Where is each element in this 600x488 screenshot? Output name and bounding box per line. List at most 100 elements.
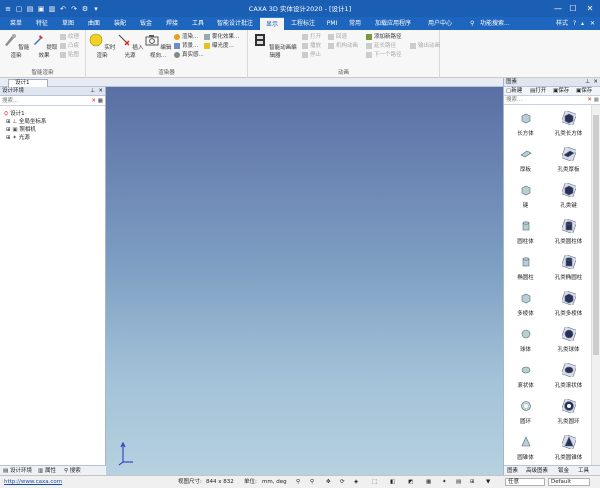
- primitives-scrollbar[interactable]: [591, 105, 600, 465]
- tab-display[interactable]: 显示: [260, 17, 284, 30]
- tree-item-light[interactable]: ⊞ ✦ 光源: [6, 134, 30, 142]
- ribbon-close-icon[interactable]: ✕: [590, 17, 595, 30]
- display-mode-icon[interactable]: ▦: [426, 476, 431, 488]
- expand-icon[interactable]: ⊞: [6, 127, 11, 133]
- tab-weld[interactable]: 焊接: [160, 17, 184, 30]
- tab-advanced-primitives[interactable]: 高级图素: [526, 467, 548, 475]
- tab-menu[interactable]: 菜单: [4, 17, 28, 30]
- expand-icon[interactable]: ⊞: [6, 135, 11, 141]
- document-tab[interactable]: 设计1: [8, 79, 48, 87]
- tree-item-coordinate-system[interactable]: ⊞ ⊥ 全局坐标系: [6, 118, 46, 126]
- tab-common[interactable]: 常用: [344, 17, 366, 30]
- tab-pmi[interactable]: PMI: [322, 17, 342, 30]
- tab-smart-annotation[interactable]: 智能设计批注: [212, 17, 258, 30]
- primitive-hole-cube[interactable]: 孔类长方体: [547, 105, 590, 142]
- 3d-viewport[interactable]: [106, 87, 503, 475]
- background-button[interactable]: 背景...: [174, 42, 198, 50]
- exposure-button[interactable]: 曝光度...: [204, 42, 234, 50]
- panel-close-icon[interactable]: ✕: [98, 87, 103, 96]
- tab-sketch[interactable]: 草图: [56, 17, 80, 30]
- tab-engineering-dimension[interactable]: 工程标注: [286, 17, 320, 30]
- primitive-torus[interactable]: 圆环: [504, 393, 547, 430]
- primitive-hole-ellipse[interactable]: 孔类椭圆柱: [547, 249, 590, 286]
- ribbon-collapse-icon[interactable]: ▴: [581, 17, 584, 30]
- primitive-prism[interactable]: 多棱体: [504, 285, 547, 322]
- close-button[interactable]: ✕: [583, 2, 597, 15]
- decal-button[interactable]: 贴图: [60, 51, 79, 59]
- fit-view-icon[interactable]: ⬚: [372, 476, 377, 488]
- smart-animation-editor-button[interactable]: 智能动画编辑器: [252, 33, 298, 59]
- tab-search[interactable]: ⚲ 搜索: [64, 467, 81, 475]
- primitive-plate[interactable]: 厚板: [504, 141, 547, 178]
- primitive-sphere[interactable]: 球体: [504, 321, 547, 358]
- next-path-button[interactable]: 下一个路径: [366, 51, 402, 59]
- tree-root-design[interactable]: ⛭ 设计1: [4, 110, 25, 118]
- scroll-thumb[interactable]: [593, 115, 599, 355]
- pin-icon[interactable]: ⊥: [585, 78, 590, 87]
- view-orient-icon[interactable]: ◈: [354, 476, 358, 488]
- filter-icon[interactable]: ▦: [98, 96, 103, 106]
- tab-properties[interactable]: ▥ 属性: [38, 467, 56, 475]
- search-icon[interactable]: ⚲: [470, 17, 474, 30]
- export-animation-button[interactable]: 输出动画: [410, 42, 440, 50]
- minimize-button[interactable]: —: [551, 2, 565, 15]
- tab-load-apps[interactable]: 加载应用程序: [368, 17, 418, 30]
- tab-assembly[interactable]: 装配: [108, 17, 132, 30]
- realism-button[interactable]: 真实感...: [174, 51, 204, 59]
- pin-icon[interactable]: ⊥: [90, 87, 95, 96]
- maximize-button[interactable]: ☐: [566, 2, 580, 15]
- primitive-hole-torus[interactable]: 孔类圆环: [547, 393, 590, 430]
- zoom-window-icon[interactable]: ⚲: [310, 476, 314, 488]
- save-catalog-button[interactable]: ▣保存: [553, 88, 569, 95]
- primitive-hole-plate[interactable]: 孔类厚板: [547, 141, 590, 178]
- primitive-hole-roller[interactable]: 孔类滚状体: [547, 357, 590, 394]
- anim-stop-button[interactable]: 停止: [302, 51, 321, 59]
- edit-view-button[interactable]: 编辑视向...: [144, 33, 172, 59]
- filter-icon[interactable]: ▦: [594, 96, 599, 105]
- clear-search-icon[interactable]: ✕: [91, 96, 96, 106]
- filter-icon[interactable]: ▼: [486, 476, 490, 488]
- tab-primitives[interactable]: 图素: [507, 467, 518, 475]
- grid-icon[interactable]: ▤: [456, 476, 461, 488]
- render-settings-button[interactable]: 渲染...: [174, 33, 198, 41]
- smart-render-button[interactable]: 智能渲染: [2, 33, 30, 59]
- realtime-render-button[interactable]: 实时渲染: [88, 33, 116, 59]
- clear-search-icon[interactable]: ✕: [587, 96, 592, 105]
- primitive-roller[interactable]: 滚状体: [504, 357, 547, 394]
- section-view-icon[interactable]: ◩: [408, 476, 413, 488]
- bump-button[interactable]: 凸痕: [60, 42, 79, 50]
- website-link[interactable]: http://www.caxa.com: [4, 476, 62, 488]
- lights-icon[interactable]: ✦: [442, 476, 447, 488]
- primitive-hole-cylinder[interactable]: 孔类圆柱体: [547, 213, 590, 250]
- extend-path-button[interactable]: 延长路径: [366, 42, 396, 50]
- render-mode-icon[interactable]: ◧: [390, 476, 395, 488]
- tab-tools-catalog[interactable]: 工具: [578, 467, 589, 475]
- mechanism-animation-button[interactable]: 机构动画: [328, 42, 358, 50]
- tab-design-environment[interactable]: ▤ 设计环境: [3, 467, 32, 475]
- tree-search-input[interactable]: 搜索... ✕ ▦: [0, 96, 105, 106]
- primitive-hole-key[interactable]: 孔类键: [547, 177, 590, 214]
- primitive-hole-cone[interactable]: 孔类圆锥体: [547, 429, 590, 465]
- rotate-icon[interactable]: ⟳: [340, 476, 345, 488]
- tab-tools[interactable]: 工具: [186, 17, 210, 30]
- tab-surface[interactable]: 曲面: [82, 17, 106, 30]
- snap-icon[interactable]: ⊞: [470, 476, 475, 488]
- open-catalog-button[interactable]: ▤打开: [530, 88, 546, 95]
- pan-icon[interactable]: ✥: [326, 476, 331, 488]
- panel-close-icon[interactable]: ✕: [593, 78, 598, 87]
- primitive-hole-sphere[interactable]: 孔类球体: [547, 321, 590, 358]
- primitive-cone[interactable]: 圆锥体: [504, 429, 547, 465]
- tab-sheetmetal[interactable]: 钣金: [134, 17, 158, 30]
- primitive-key[interactable]: 键: [504, 177, 547, 214]
- insert-light-button[interactable]: 插入光源: [116, 33, 144, 59]
- style-dropdown[interactable]: 样式: [556, 17, 568, 30]
- primitive-cube[interactable]: 长方体: [504, 105, 547, 142]
- expand-icon[interactable]: ⊞: [6, 119, 11, 125]
- anim-rewind-button[interactable]: 回退: [328, 33, 347, 41]
- tab-sheetmetal-catalog[interactable]: 钣金: [558, 467, 569, 475]
- tab-feature[interactable]: 特征: [30, 17, 54, 30]
- help-button[interactable]: ?: [573, 17, 576, 30]
- new-catalog-button[interactable]: ▢新建: [506, 88, 522, 95]
- primitive-cylinder[interactable]: 圆柱体: [504, 213, 547, 250]
- anim-play-button[interactable]: 播放: [302, 42, 321, 50]
